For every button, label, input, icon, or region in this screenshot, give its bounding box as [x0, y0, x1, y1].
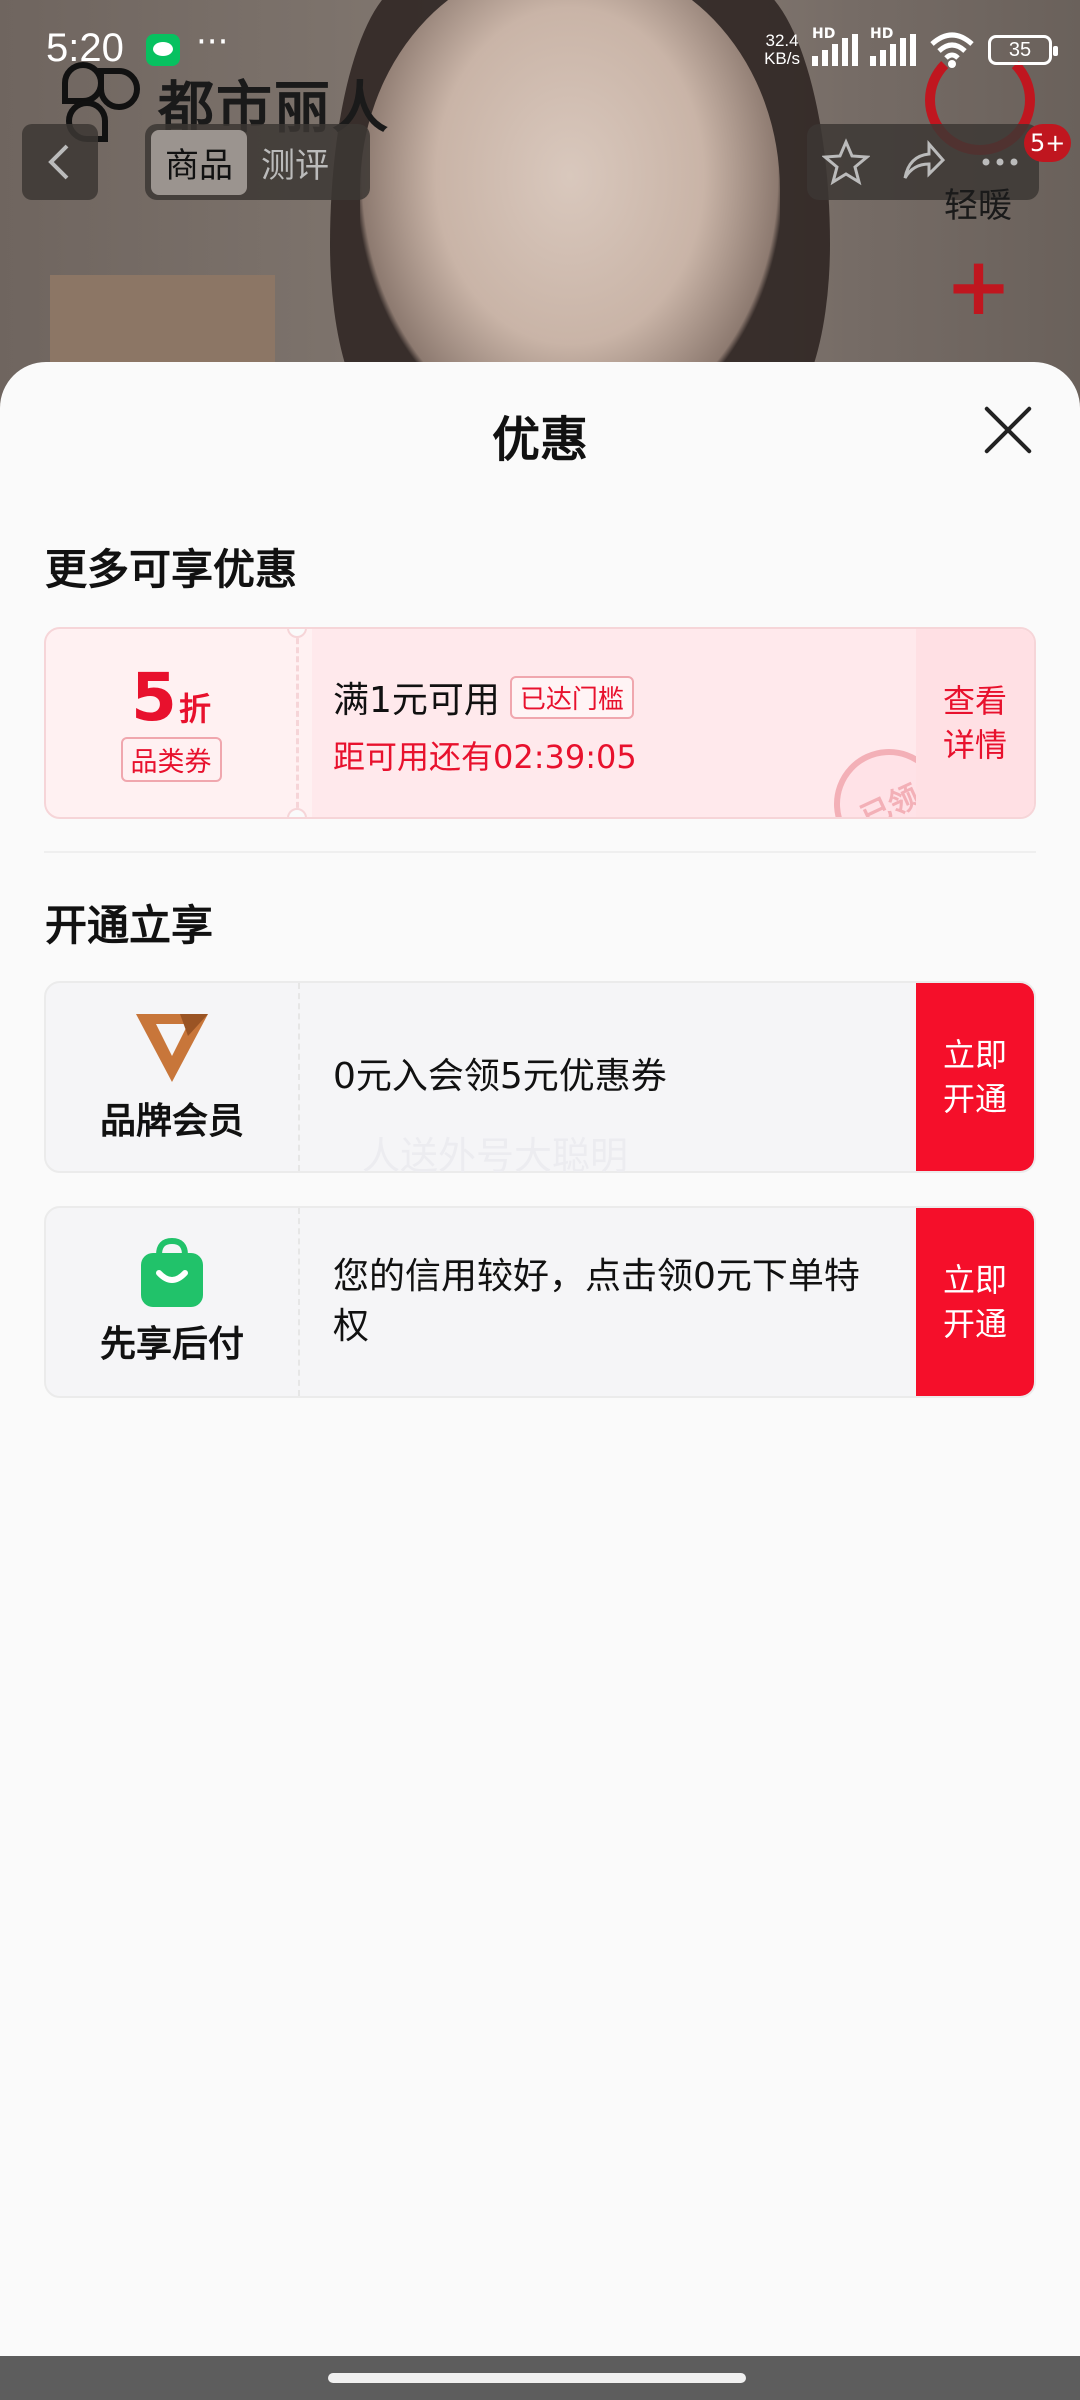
signal-icon-2: HD: [870, 26, 916, 66]
coupon-discount-unit: 折: [178, 689, 211, 728]
network-speed: 32.4 KB/s: [764, 32, 800, 68]
view-details-label-2: 详情: [942, 726, 1007, 764]
pay-later-card: 先享后付 您的信用较好，点击领0元下单特权 立即 开通: [44, 1206, 1036, 1398]
product-tabs: 商品 测评: [145, 124, 370, 200]
shopping-bag-icon: [141, 1237, 203, 1307]
more-notifications-icon: ···: [196, 22, 229, 62]
status-indicators: 32.4 KB/s HD HD 35: [764, 26, 1058, 70]
coupon-card: 5 折 品类券 满1元可用 已达门槛 距可用还有02:39:05 已领 查看 详…: [44, 627, 1036, 819]
promo-label: 轻暖: [944, 186, 1012, 226]
battery-icon: 35: [988, 35, 1058, 65]
brand-member-badge: 品牌会员: [46, 983, 298, 1171]
coupon-type-badge: 品类券: [120, 736, 222, 782]
wechat-icon: [146, 34, 180, 66]
open-pay-later-button[interactable]: 立即 开通: [916, 1208, 1034, 1396]
chevron-left-icon: [48, 144, 69, 180]
sheet-title: 优惠: [491, 412, 588, 468]
pay-later-label: 先享后付: [99, 1324, 244, 1365]
section-title-more-discounts: 更多可享优惠: [45, 545, 298, 594]
pay-later-offer: 您的信用较好，点击领0元下单特权: [333, 1256, 860, 1347]
promo-plus-graphic: +: [945, 240, 1013, 333]
coupon-value: 5 折 品类券: [46, 629, 296, 817]
coupon-divider: [296, 629, 299, 817]
section-divider: [44, 851, 1036, 853]
star-icon[interactable]: [821, 138, 870, 186]
brand-member-v-icon: [136, 1014, 208, 1082]
coupon-discount-number: 5: [131, 658, 177, 736]
discount-sheet: 优惠 更多可享优惠 5 折 品类券 满1元可用 已达门槛 距可用还有02:39:…: [0, 362, 1080, 2356]
tab-product[interactable]: 商品: [151, 129, 247, 195]
signal-icon: HD: [812, 26, 858, 66]
cart-badge: 5+: [1024, 124, 1072, 162]
status-time: 5:20: [46, 26, 124, 70]
status-bar: 5:20 ··· 32.4 KB/s HD HD 35: [0, 0, 1080, 100]
wifi-icon: [928, 30, 976, 70]
navigation-bar: [0, 2356, 1080, 2400]
pay-later-badge: 先享后付: [46, 1208, 298, 1396]
brand-member-label: 品牌会员: [99, 1101, 244, 1142]
open-pay-later-label-2: 开通: [942, 1306, 1007, 1342]
section-title-open-benefits: 开通立享: [45, 901, 214, 950]
coupon-condition: 满1元可用 已达门槛: [333, 671, 634, 723]
card-divider: [298, 1208, 300, 1396]
brand-member-offer: 0元入会领5元优惠券: [333, 1056, 667, 1097]
network-speed-unit: KB/s: [764, 49, 800, 68]
share-icon[interactable]: [899, 138, 947, 186]
coupon-amount: 5 折: [131, 658, 211, 736]
back-button[interactable]: [22, 124, 98, 200]
hd-label-2: HD: [870, 26, 894, 42]
watermark: 人送外号大聪明: [362, 1134, 629, 1178]
open-membership-button[interactable]: 立即 开通: [916, 983, 1034, 1171]
tab-reviews[interactable]: 测评: [247, 130, 343, 195]
coupon-countdown: 距可用还有02:39:05: [333, 738, 637, 776]
home-gesture-handle[interactable]: [328, 2373, 746, 2383]
view-details-label-1: 查看: [942, 682, 1007, 720]
card-divider: [298, 983, 300, 1171]
open-pay-later-label-1: 立即: [942, 1262, 1007, 1298]
coupon-notch-bottom: [287, 808, 307, 817]
threshold-reached-badge: 已达门槛: [509, 675, 634, 719]
open-membership-label-2: 开通: [942, 1081, 1007, 1117]
network-speed-value: 32.4: [765, 31, 799, 50]
hd-label: HD: [812, 26, 836, 42]
coupon-condition-text: 满1元可用: [333, 680, 500, 721]
open-membership-label-1: 立即: [942, 1037, 1007, 1073]
close-icon[interactable]: [982, 404, 1034, 456]
view-details-button[interactable]: 查看 详情: [916, 629, 1034, 817]
